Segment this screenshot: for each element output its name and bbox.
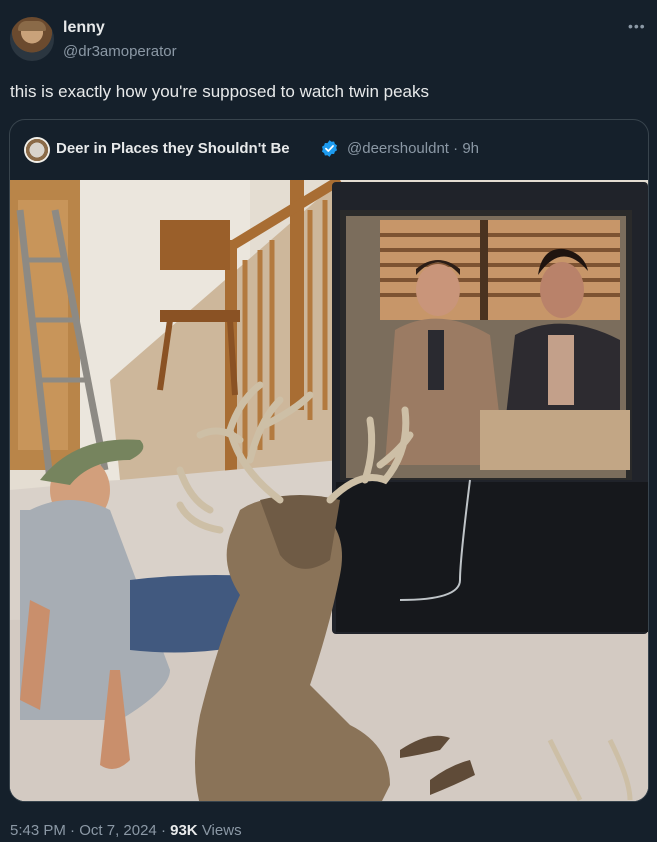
footer-separator: · xyxy=(70,822,76,839)
quoted-author-avatar[interactable] xyxy=(24,137,50,163)
meta-separator: · xyxy=(453,140,459,157)
footer-separator: · xyxy=(160,822,166,839)
quoted-meta: @deershouldnt · 9h xyxy=(347,140,479,157)
quoted-author-display-name[interactable]: Deer in Places they Shouldn't Be xyxy=(56,140,290,157)
author-handle[interactable]: @dr3amoperator xyxy=(63,43,177,60)
quoted-photo[interactable] xyxy=(10,180,648,801)
quoted-timestamp[interactable]: 9h xyxy=(462,140,479,157)
quoted-author-handle[interactable]: @deershouldnt xyxy=(347,140,449,157)
views-label: Views xyxy=(201,822,242,839)
tweet-date[interactable]: Oct 7, 2024 xyxy=(79,822,157,839)
deer-watching-tv-photo xyxy=(10,180,648,801)
views-count[interactable]: 93K xyxy=(170,822,198,839)
author-avatar[interactable] xyxy=(10,17,54,61)
author-display-name[interactable]: lenny xyxy=(63,19,105,37)
tweet-text: this is exactly how you're supposed to w… xyxy=(10,82,430,101)
more-horizontal-icon[interactable]: ••• xyxy=(628,18,648,34)
verified-badge-icon xyxy=(321,140,338,157)
tweet-footer: 5:43 PM · Oct 7, 2024 · 93K Views xyxy=(10,822,242,839)
tweet-time[interactable]: 5:43 PM xyxy=(10,822,66,839)
quoted-tweet-card[interactable]: Deer in Places they Shouldn't Be @deersh… xyxy=(9,119,649,802)
